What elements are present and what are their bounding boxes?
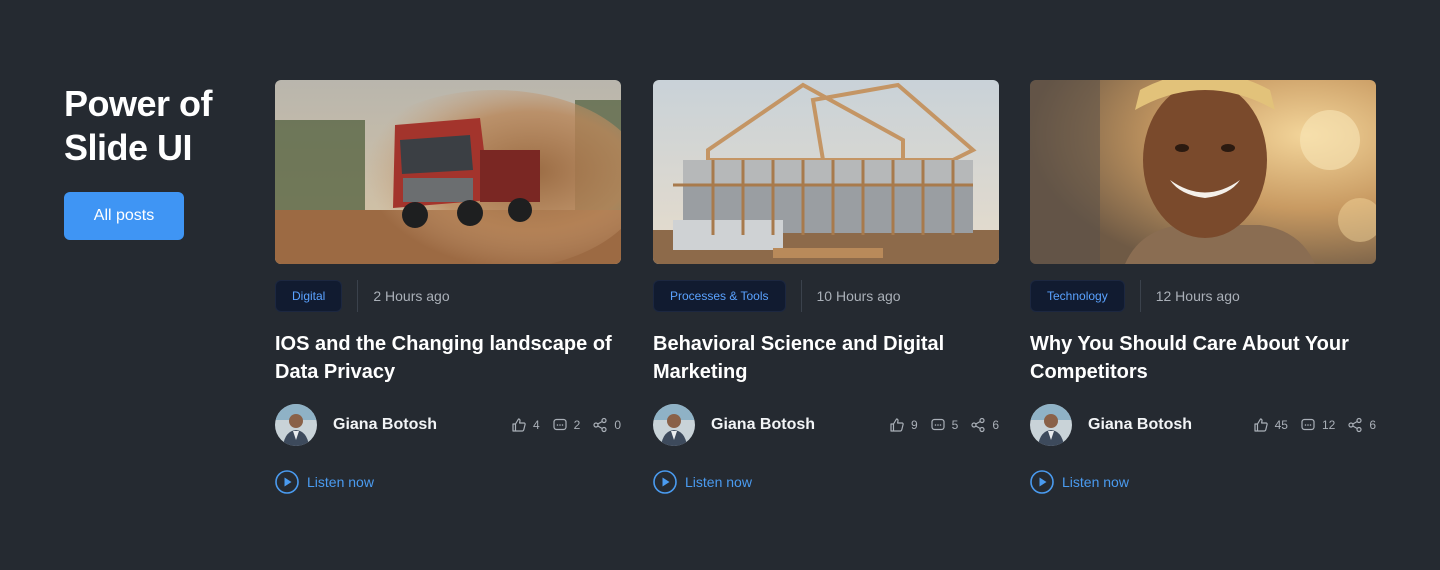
avatar[interactable] [653, 404, 695, 446]
post-time: 10 Hours ago [816, 288, 901, 304]
page-title: Power of Slide UI [64, 82, 254, 170]
post-title[interactable]: Behavioral Science and Digital Marketing [653, 330, 999, 386]
post-title[interactable]: Why You Should Care About Your Competito… [1030, 330, 1376, 386]
post-stats: 9 5 6 [889, 417, 999, 433]
avatar[interactable] [275, 404, 317, 446]
intro-section: Power of Slide UI All posts [64, 82, 254, 240]
likes-count: 45 [1274, 418, 1288, 432]
avatar-image [275, 404, 317, 446]
author-row: Giana Botosh 9 5 6 [653, 404, 999, 446]
likes-stat[interactable]: 4 [511, 417, 540, 433]
comments-stat[interactable]: 12 [1300, 417, 1335, 433]
meta-divider [800, 280, 802, 312]
shares-count: 6 [1369, 418, 1376, 432]
comments-count: 12 [1321, 418, 1336, 432]
comments-count: 2 [573, 418, 581, 432]
thumbs-up-icon [1253, 418, 1268, 432]
thumbs-up-icon [512, 418, 526, 432]
author-name[interactable]: Giana Botosh [333, 416, 437, 434]
category-tag[interactable]: Digital [275, 280, 343, 312]
comments-stat[interactable]: 5 [930, 417, 959, 433]
share-icon [1348, 417, 1362, 433]
avatar-image [653, 404, 695, 446]
listen-now-label: Listen now [1062, 474, 1129, 490]
category-tag[interactable]: Processes & Tools [653, 280, 786, 312]
post-meta: Processes & Tools 10 Hours ago [653, 280, 999, 312]
shares-count: 6 [992, 418, 999, 432]
post-meta: Digital 2 Hours ago [275, 280, 621, 312]
comment-icon [931, 418, 945, 431]
comments-count: 5 [951, 418, 959, 432]
shares-stat[interactable]: 6 [1347, 417, 1376, 433]
share-icon [971, 417, 985, 433]
smiling-worker-image [1030, 80, 1376, 264]
shares-stat[interactable]: 0 [592, 417, 621, 433]
post-card[interactable]: Processes & Tools 10 Hours ago Behaviora… [653, 80, 999, 494]
post-stats: 45 12 6 [1253, 417, 1376, 433]
listen-now-link[interactable]: Listen now [653, 470, 999, 494]
page-title-line2: Slide UI [64, 127, 193, 168]
likes-count: 9 [910, 418, 918, 432]
listen-now-label: Listen now [685, 474, 752, 490]
listen-now-link[interactable]: Listen now [275, 470, 621, 494]
post-time: 12 Hours ago [1155, 288, 1240, 304]
play-circle-icon [1030, 470, 1054, 494]
share-icon [593, 417, 607, 433]
post-card[interactable]: Technology 12 Hours ago Why You Should C… [1030, 80, 1376, 494]
comments-stat[interactable]: 2 [552, 417, 581, 433]
likes-count: 4 [532, 418, 540, 432]
author-row: Giana Botosh 4 2 0 [275, 404, 621, 446]
post-title[interactable]: IOS and the Changing landscape of Data P… [275, 330, 621, 386]
comment-icon [1301, 418, 1315, 431]
post-image[interactable] [275, 80, 621, 264]
all-posts-button[interactable]: All posts [64, 192, 184, 240]
page-title-line1: Power of [64, 83, 213, 124]
post-image[interactable] [1030, 80, 1376, 264]
post-time: 2 Hours ago [373, 288, 450, 304]
comment-icon [553, 418, 567, 431]
house-construction-image [653, 80, 999, 264]
post-stats: 4 2 0 [511, 417, 621, 433]
avatar-image [1030, 404, 1072, 446]
meta-divider [1139, 280, 1141, 312]
shares-stat[interactable]: 6 [970, 417, 999, 433]
avatar[interactable] [1030, 404, 1072, 446]
listen-now-label: Listen now [307, 474, 374, 490]
category-tag[interactable]: Technology [1030, 280, 1125, 312]
author-name[interactable]: Giana Botosh [1088, 416, 1192, 434]
likes-stat[interactable]: 9 [889, 417, 918, 433]
author-name[interactable]: Giana Botosh [711, 416, 815, 434]
play-circle-icon [275, 470, 299, 494]
truck-in-dust-image [275, 80, 621, 264]
listen-now-link[interactable]: Listen now [1030, 470, 1376, 494]
play-circle-icon [653, 470, 677, 494]
meta-divider [357, 280, 359, 312]
likes-stat[interactable]: 45 [1253, 417, 1288, 433]
shares-count: 0 [614, 418, 621, 432]
post-card[interactable]: Digital 2 Hours ago IOS and the Changing… [275, 80, 621, 494]
post-image[interactable] [653, 80, 999, 264]
thumbs-up-icon [890, 418, 904, 432]
author-row: Giana Botosh 45 12 6 [1030, 404, 1376, 446]
post-meta: Technology 12 Hours ago [1030, 280, 1376, 312]
